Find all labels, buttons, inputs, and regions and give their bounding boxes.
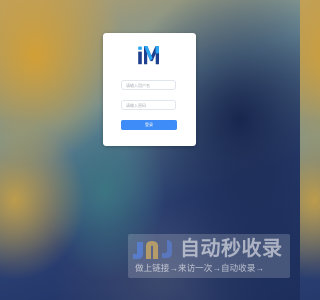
watermark-tagline: 做上链接→来访一次→自动收录→ bbox=[135, 263, 264, 273]
password-input[interactable] bbox=[121, 100, 176, 110]
login-button[interactable]: 登录 bbox=[121, 120, 177, 130]
watermark-title: 自动秒收录 bbox=[180, 238, 283, 260]
im-logo bbox=[138, 46, 159, 65]
username-input[interactable] bbox=[121, 80, 176, 90]
watermark-overlay: 自动秒收录 做上链接→来访一次→自动收录→ bbox=[128, 234, 290, 278]
login-card: 登录 bbox=[103, 33, 196, 146]
brand-logo-icon bbox=[133, 240, 172, 259]
